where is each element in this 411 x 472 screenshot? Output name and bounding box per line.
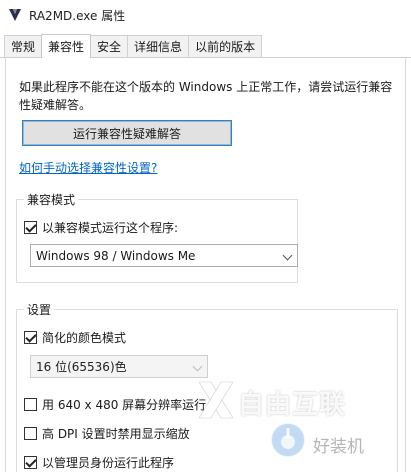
compat-mode-title: 兼容模式: [24, 191, 79, 208]
res-640-label: 用 640 x 480 屏幕分辨率运行: [42, 398, 207, 412]
window-title: RA2MD.exe 属性: [29, 8, 126, 23]
admin-label: 以管理员身份运行此程序: [42, 456, 175, 470]
watermark-brand: 自由互联: [238, 390, 347, 420]
tab-security[interactable]: 安全: [90, 35, 129, 57]
high-dpi-checkbox[interactable]: [24, 427, 37, 440]
chevron-down-icon: [282, 250, 293, 261]
color-depth-value: 16 位(65536)色: [36, 360, 127, 374]
chevron-down-icon: [192, 361, 203, 372]
tab-compatibility[interactable]: 兼容性: [41, 34, 92, 58]
intro-text: 如果此程序不能在这个版本的 Windows 上正常工作，请尝试运行兼容性疑难解答…: [19, 80, 393, 112]
high-dpi-row[interactable]: 高 DPI 设置时禁用显示缩放: [24, 425, 190, 442]
tab-previous-versions[interactable]: 以前的版本: [188, 35, 263, 57]
watermark-logo-icon: [270, 422, 306, 458]
reduced-color-checkbox[interactable]: [24, 331, 37, 344]
high-dpi-label: 高 DPI 设置时禁用显示缩放: [42, 427, 190, 441]
res-640-row[interactable]: 用 640 x 480 屏幕分辨率运行: [24, 396, 206, 413]
title-bar: RA2MD.exe 属性: [0, 0, 411, 30]
settings-title: 设置: [24, 301, 55, 318]
run-troubleshooter-button[interactable]: 运行兼容性疑难解答: [22, 120, 232, 146]
compat-mode-row[interactable]: 以兼容模式运行这个程序:: [24, 219, 178, 236]
os-version-value: Windows 98 / Windows Me: [36, 248, 196, 263]
tab-general[interactable]: 常规: [4, 35, 43, 57]
tab-bar: 常规 兼容性 安全 详细信息 以前的版本: [0, 34, 411, 58]
os-version-select[interactable]: Windows 98 / Windows Me: [30, 244, 298, 267]
watermark-x-icon: [198, 381, 234, 419]
compat-mode-group: 兼容模式 以兼容模式运行这个程序: Windows 98 / Windows M…: [16, 191, 298, 283]
admin-checkbox[interactable]: [24, 456, 37, 469]
watermark-sub: 好装机: [313, 437, 364, 457]
reduced-color-label: 简化的颜色模式: [42, 331, 127, 345]
color-depth-select[interactable]: 16 位(65536)色: [30, 355, 208, 378]
compat-mode-checkbox[interactable]: [24, 221, 37, 234]
compat-mode-label: 以兼容模式运行这个程序:: [42, 221, 179, 235]
res-640-checkbox[interactable]: [24, 398, 37, 411]
tab-details[interactable]: 详细信息: [127, 35, 190, 57]
admin-row[interactable]: 以管理员身份运行此程序: [24, 454, 174, 471]
reduced-color-row[interactable]: 简化的颜色模式: [24, 329, 126, 346]
app-icon: [9, 9, 21, 21]
manual-settings-link[interactable]: 如何手动选择兼容性设置?: [19, 159, 157, 176]
